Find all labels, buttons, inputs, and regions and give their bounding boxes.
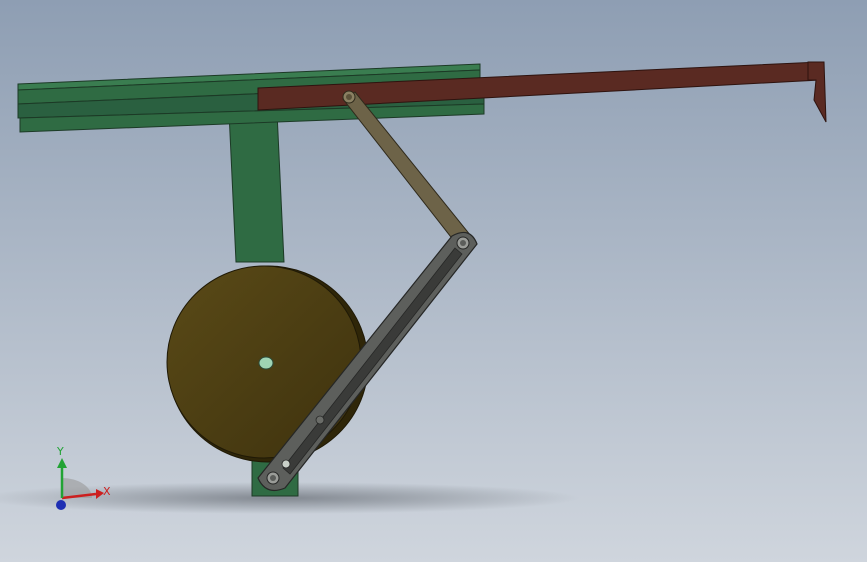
model-scene[interactable]: X Y <box>0 0 867 562</box>
triad-z-axis-icon <box>56 500 66 510</box>
arm-pin-bottom-hole <box>270 475 276 481</box>
crank-disk[interactable] <box>166 265 369 463</box>
arm-pin-middle[interactable] <box>315 415 325 425</box>
triad-x-label: X <box>103 485 111 498</box>
frame-post[interactable] <box>228 111 285 263</box>
arm-slot-pin[interactable] <box>281 459 291 469</box>
disk-center-hole[interactable] <box>258 356 274 370</box>
triad-y-label: Y <box>56 445 64 458</box>
graphics-viewport[interactable]: X Y <box>0 0 867 562</box>
link-pin-top-hole <box>346 94 352 100</box>
arm-pin-top-hole <box>460 240 466 246</box>
